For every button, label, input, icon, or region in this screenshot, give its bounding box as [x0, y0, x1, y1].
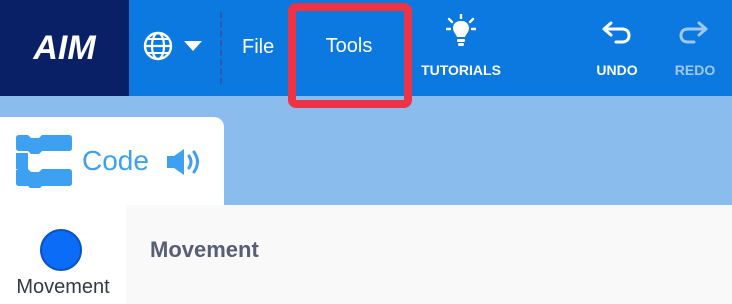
logo-text: AIM	[33, 28, 96, 67]
tutorials-button[interactable]: TUTORIALS	[412, 12, 510, 80]
undo-label: UNDO	[596, 62, 638, 78]
blocks-palette: Movement	[126, 205, 732, 304]
speaker-icon[interactable]	[166, 147, 206, 182]
language-menu[interactable]	[142, 30, 208, 62]
movement-category-dot[interactable]	[40, 229, 82, 271]
code-blocks-icon	[14, 134, 74, 193]
tab-code[interactable]: Code	[0, 117, 224, 212]
palette-section-title: Movement	[150, 237, 259, 262]
tutorials-label: TUTORIALS	[421, 62, 501, 78]
menu-divider	[220, 12, 222, 84]
movement-category-label[interactable]: Movement	[0, 276, 126, 299]
menu-bar: AIM File Tools TUTORIALS UNDO REDO	[0, 0, 732, 108]
chevron-down-icon	[184, 40, 202, 52]
undo-arrow-icon	[602, 18, 632, 49]
tab-code-label: Code	[82, 145, 149, 176]
aim-logo: AIM	[0, 0, 129, 96]
tools-menu-label: Tools	[325, 35, 373, 57]
globe-icon	[142, 30, 174, 62]
redo-arrow-icon	[678, 18, 708, 49]
category-menu: Movement	[0, 205, 126, 304]
redo-label: REDO	[674, 62, 716, 78]
tools-menu[interactable]: Tools	[306, 22, 392, 88]
undo-button[interactable]: UNDO	[586, 18, 648, 82]
lightbulb-icon	[444, 12, 478, 53]
file-menu[interactable]: File	[242, 36, 274, 59]
redo-button[interactable]: REDO	[664, 18, 726, 82]
